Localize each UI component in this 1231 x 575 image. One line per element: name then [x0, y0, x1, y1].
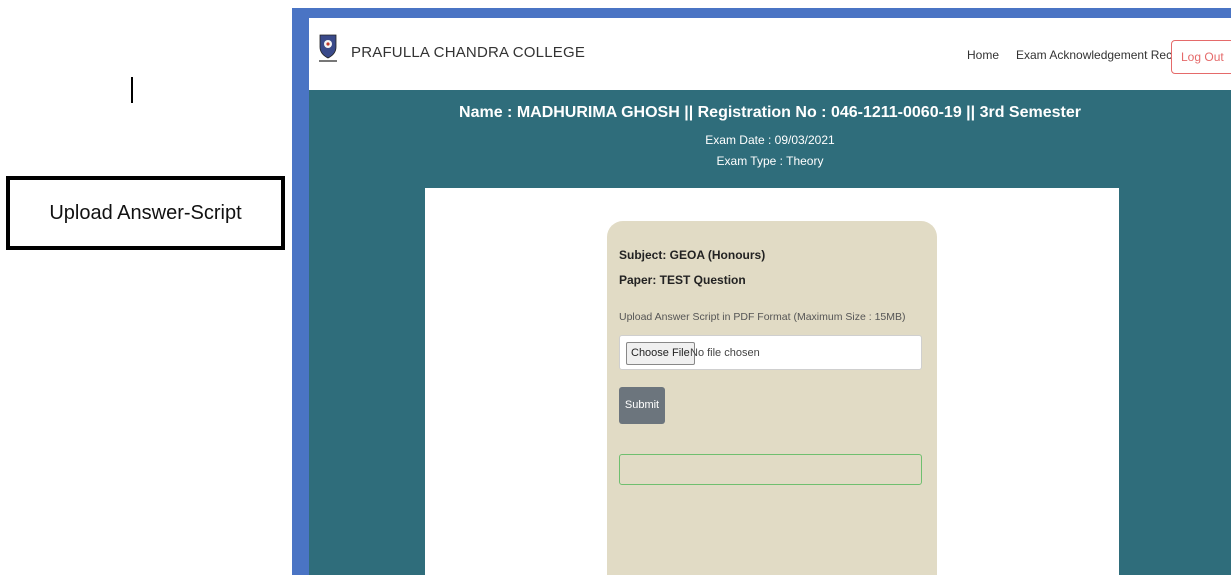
- exam-type: Exam Type : Theory: [716, 154, 824, 168]
- college-logo-icon: [319, 34, 337, 62]
- logout-button[interactable]: Log Out: [1171, 40, 1231, 74]
- upload-instruction: Upload Answer Script in PDF Format (Maxi…: [619, 311, 906, 323]
- file-input[interactable]: Choose File No file chosen: [619, 335, 922, 370]
- subject-label: Subject: GEOA (Honours): [619, 248, 766, 262]
- student-heading: Name : MADHURIMA GHOSH || Registration N…: [459, 104, 1081, 121]
- college-name[interactable]: PRAFULLA CHANDRA COLLEGE: [351, 44, 585, 61]
- paper-label: Paper: TEST Question: [619, 273, 746, 287]
- annotation-label-box: Upload Answer-Script: [6, 176, 285, 250]
- text-cursor: [131, 77, 133, 103]
- choose-file-button[interactable]: Choose File: [626, 342, 695, 365]
- screenshot-frame: PRAFULLA CHANDRA COLLEGE Home Exam Ackno…: [292, 8, 1231, 575]
- student-info: Name : MADHURIMA GHOSH || Registration N…: [309, 104, 1231, 168]
- submit-button[interactable]: Submit: [619, 387, 665, 424]
- upload-status-box: [619, 454, 922, 485]
- exam-portal-page: PRAFULLA CHANDRA COLLEGE Home Exam Ackno…: [309, 18, 1231, 575]
- upload-card: Subject: GEOA (Honours) Paper: TEST Ques…: [607, 221, 937, 575]
- navbar: PRAFULLA CHANDRA COLLEGE Home Exam Ackno…: [309, 18, 1231, 90]
- annotation-label: Upload Answer-Script: [49, 201, 242, 224]
- nav-home-link[interactable]: Home: [967, 48, 999, 62]
- exam-date: Exam Date : 09/03/2021: [705, 133, 835, 147]
- no-file-text: No file chosen: [690, 347, 760, 359]
- content-panel: Subject: GEOA (Honours) Paper: TEST Ques…: [425, 188, 1119, 575]
- nav-acknowledgement-link[interactable]: Exam Acknowledgement Receipt: [1016, 48, 1191, 62]
